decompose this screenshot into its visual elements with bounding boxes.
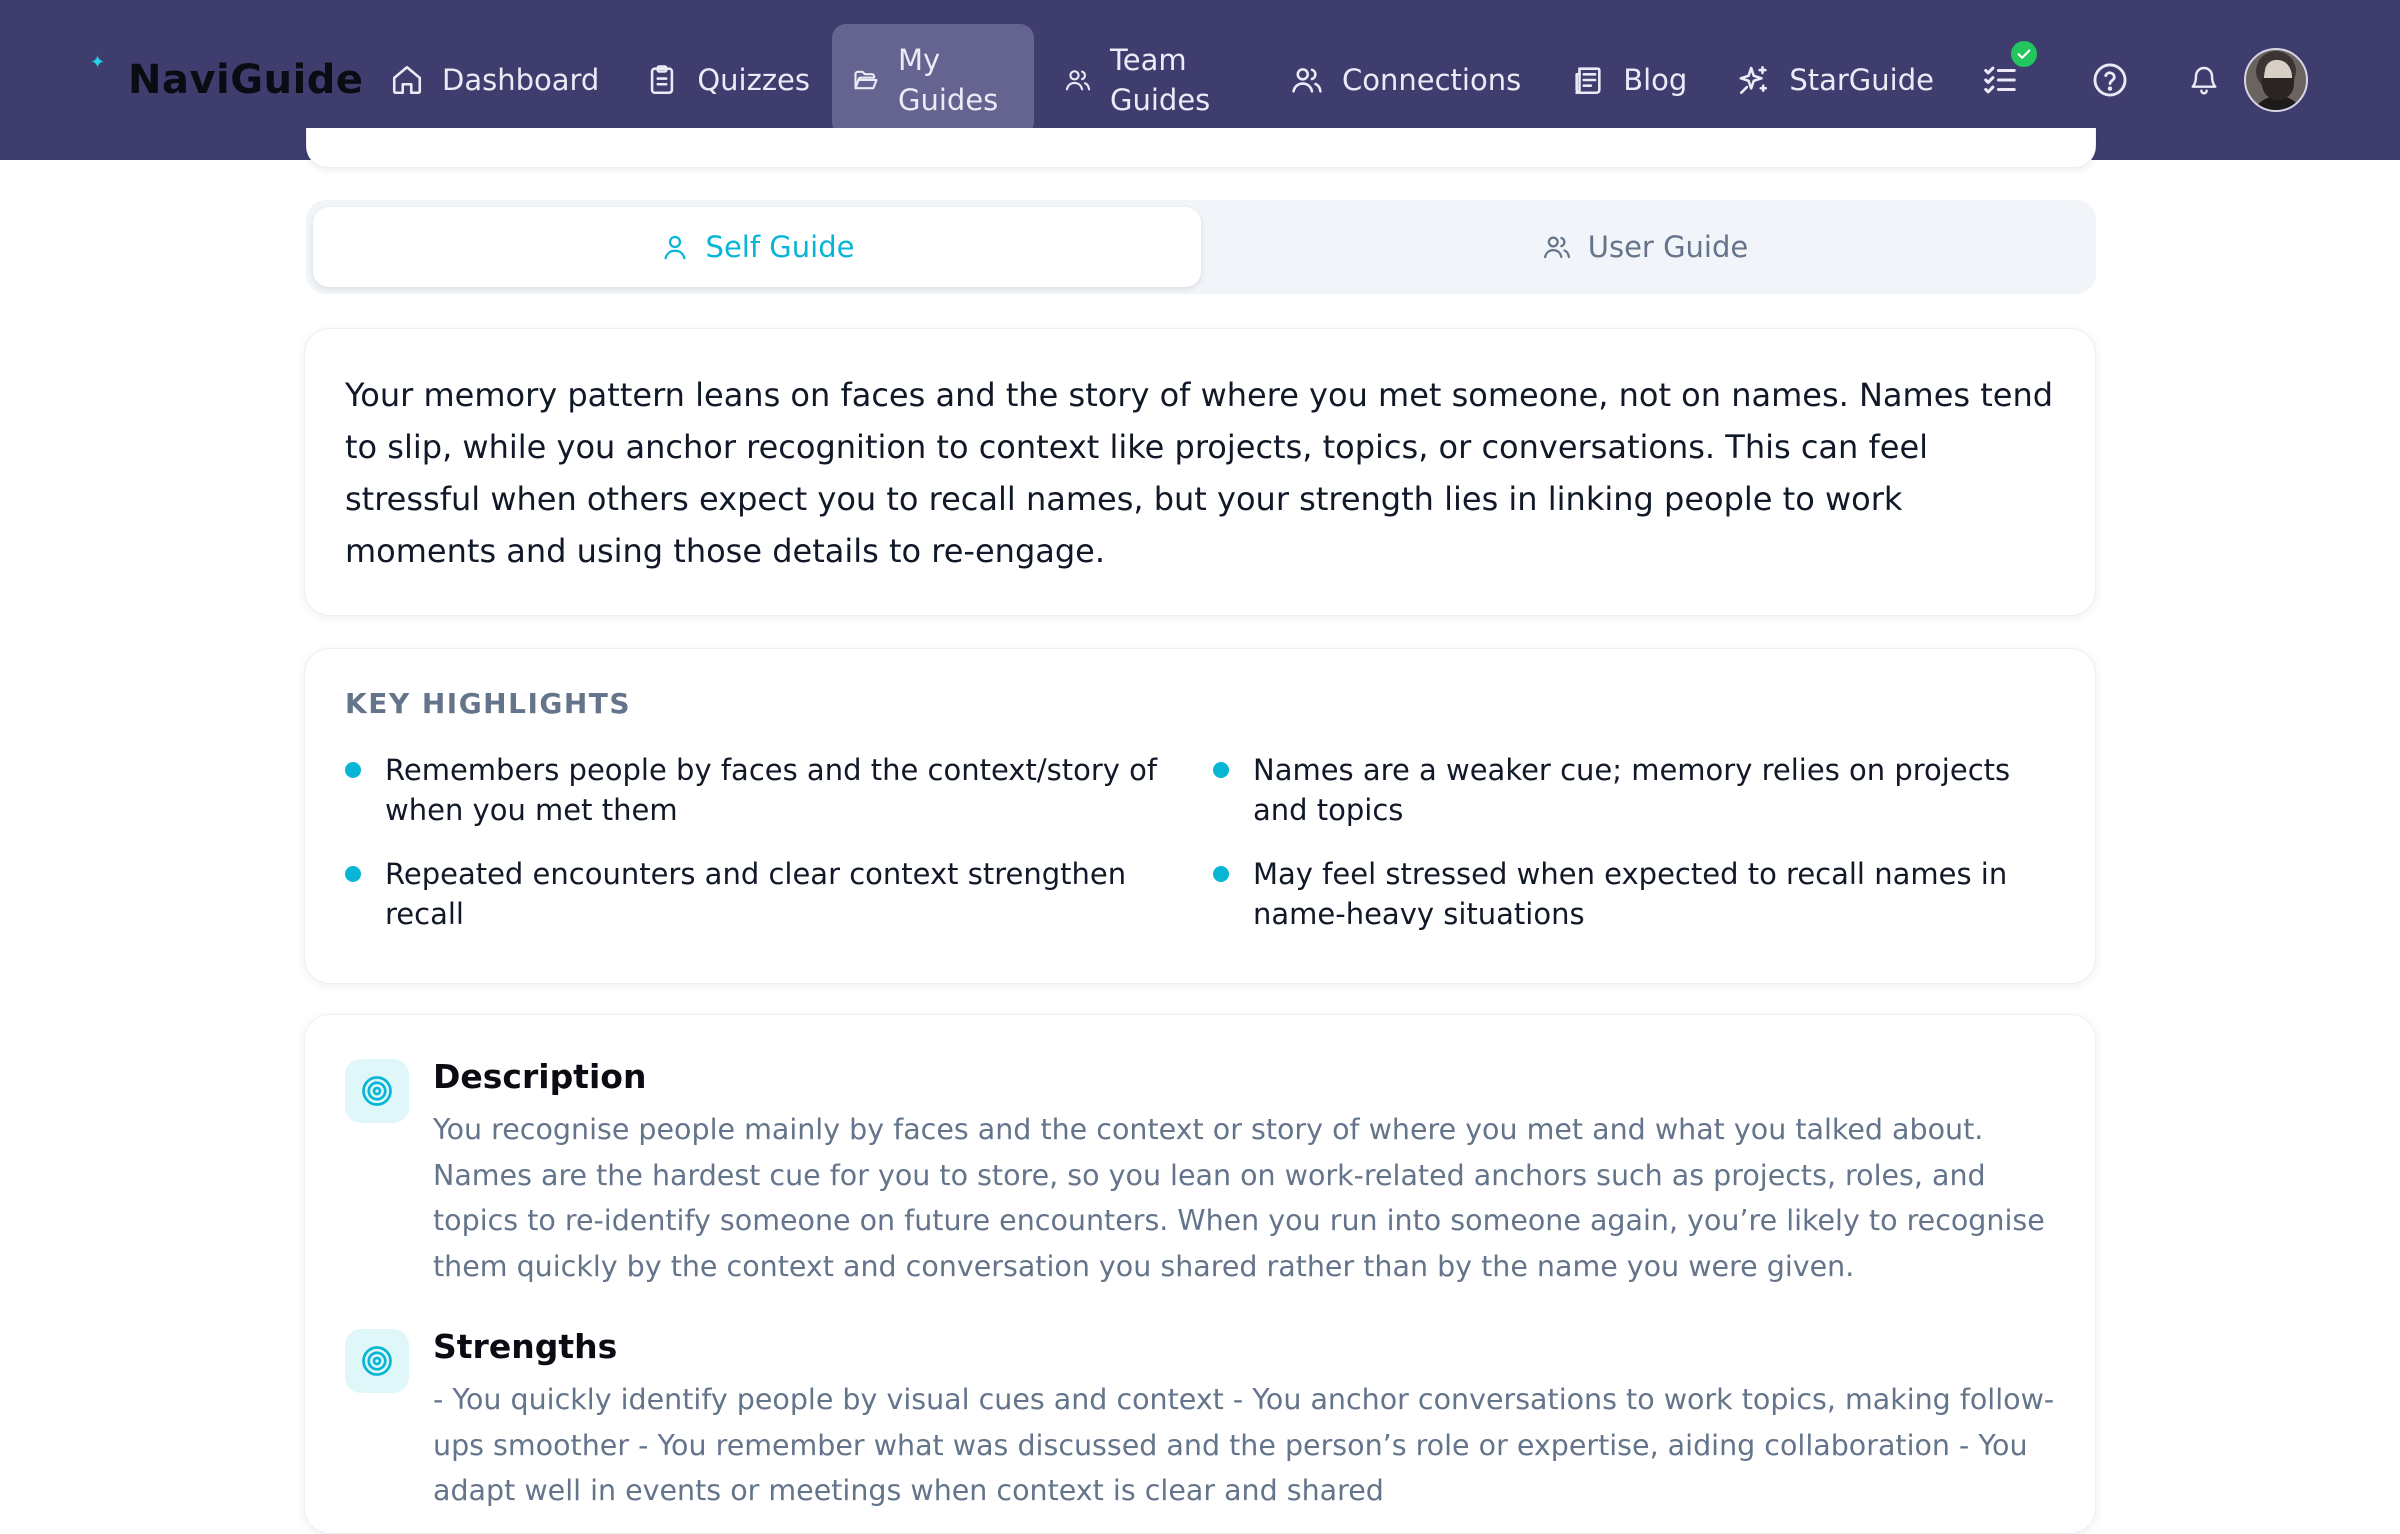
section-body: - You quickly identify people by visual … <box>433 1383 2055 1507</box>
bullet-dot <box>1213 762 1229 778</box>
bell-icon <box>2191 66 2217 95</box>
clipboard-icon <box>651 65 674 95</box>
check-icon <box>2017 49 2031 59</box>
nav-label: My Guides <box>898 43 999 117</box>
highlight-item: May feel stressed when expected to recal… <box>1213 854 2053 934</box>
highlights-list: Remembers people by faces and the contex… <box>345 750 2055 934</box>
user-icon <box>664 235 686 260</box>
notifications-button[interactable] <box>2174 50 2234 110</box>
nav-item-my-guides[interactable]: My Guides <box>832 24 1035 136</box>
nav-item-connections[interactable]: Connections <box>1270 24 1541 136</box>
nav-item-team-guides[interactable]: Team Guides <box>1044 24 1270 136</box>
tasks-button[interactable] <box>1970 38 2040 110</box>
folder-open-icon <box>854 70 878 90</box>
highlights-heading: KEY HIGHLIGHTS <box>345 687 632 720</box>
highlight-item: Remembers people by faces and the contex… <box>345 750 1213 830</box>
highlight-item: Repeated encounters and clear context st… <box>345 854 1213 934</box>
section-title: Strengths <box>433 1327 618 1366</box>
home-icon <box>392 65 422 95</box>
users-icon <box>1543 236 1570 259</box>
nav-item-quizzes[interactable]: Quizzes <box>625 24 830 136</box>
nav-label: Team Guides <box>1110 43 1211 117</box>
bullet-dot <box>345 762 361 778</box>
section-strengths: Strengths - You quickly identify people … <box>345 1325 2055 1514</box>
tab-self-guide[interactable]: Self Guide <box>313 207 1201 287</box>
guide-details-card: Description You recognise people mainly … <box>304 1014 2096 1534</box>
summary-card: Your memory pattern leans on faces and t… <box>304 328 2096 616</box>
key-highlights-card: KEY HIGHLIGHTS Remembers people by faces… <box>304 648 2096 984</box>
tab-user-guide[interactable]: User Guide <box>1201 207 2089 287</box>
sparkles-icon <box>1739 65 1768 95</box>
section-title: Description <box>433 1057 647 1096</box>
guide-tabs: Self Guide User Guide <box>306 200 2096 294</box>
user-avatar[interactable] <box>2244 48 2308 112</box>
target-icon <box>345 1329 409 1393</box>
summary-text: Your memory pattern leans on faces and t… <box>345 376 2054 570</box>
section-body: You recognise people mainly by faces and… <box>433 1113 2045 1283</box>
nav-label: Quizzes <box>697 63 811 97</box>
users-icon <box>1065 70 1091 91</box>
highlight-item: Names are a weaker cue; memory relies on… <box>1213 750 2053 830</box>
help-button[interactable] <box>2080 50 2140 110</box>
bullet-dot <box>345 866 361 882</box>
nav-label: Blog <box>1623 63 1688 97</box>
bullet-dot <box>1213 866 1229 882</box>
sparkle-icon: ✦ <box>90 52 106 73</box>
newspaper-icon <box>1575 67 1601 95</box>
previous-card-edge <box>306 128 2096 168</box>
help-circle-icon <box>2093 63 2127 97</box>
brand-name: NaviGuide <box>128 57 364 103</box>
nav-label: Connections <box>1342 63 1522 97</box>
nav-item-dashboard[interactable]: Dashboard <box>370 24 619 136</box>
tab-label: User Guide <box>1587 230 1749 264</box>
section-description: Description You recognise people mainly … <box>345 1055 2055 1289</box>
nav-label: Dashboard <box>442 63 600 97</box>
nav-item-blog[interactable]: Blog <box>1551 24 1707 136</box>
tab-label: Self Guide <box>705 230 855 264</box>
users-icon <box>1292 68 1322 93</box>
success-badge <box>2008 38 2040 70</box>
target-icon <box>345 1059 409 1123</box>
nav-label: StarGuide <box>1789 63 1934 97</box>
nav-item-starguide[interactable]: StarGuide <box>1717 24 1954 136</box>
main-nav: Dashboard Quizzes My Guides Team Guides … <box>370 24 1954 136</box>
